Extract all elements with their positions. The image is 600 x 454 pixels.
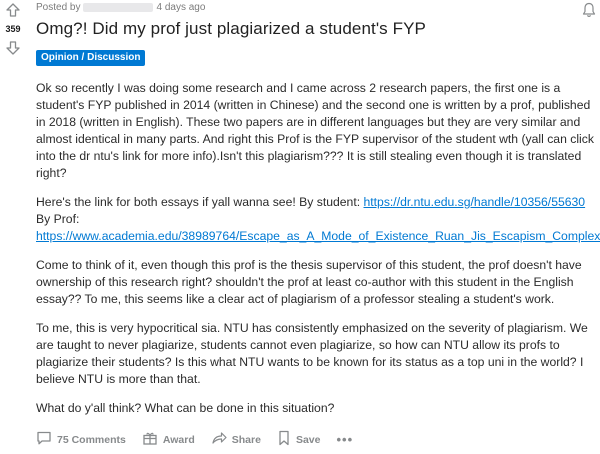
post-body: Ok so recently I was doing some research… [36, 80, 600, 429]
student-essay-link[interactable]: https://dr.ntu.edu.sg/handle/10356/55630 [364, 195, 586, 209]
save-button[interactable]: Save [277, 430, 321, 449]
paragraph-3: Come to think of it, even though this pr… [36, 258, 582, 306]
downvote-arrow-icon[interactable] [5, 40, 21, 61]
paragraph-4: To me, this is very hypocritical sia. NT… [36, 321, 588, 386]
share-button[interactable]: Share [211, 430, 261, 449]
post-flair[interactable]: Opinion / Discussion [36, 50, 146, 66]
posted-by-label: Posted by [36, 2, 81, 13]
save-label: Save [295, 433, 321, 446]
post-time: 4 days ago [156, 2, 206, 13]
award-button[interactable]: Award [142, 430, 195, 449]
links-intro: Here's the link for both essays if yall … [36, 195, 364, 209]
bookmark-icon [277, 430, 296, 449]
paragraph-5: What do y'all think? What can be done in… [36, 401, 335, 415]
notification-bell-icon[interactable] [582, 2, 596, 23]
comments-button[interactable]: 75 Comments [36, 430, 126, 449]
post-meta: Posted by 4 days ago [36, 2, 205, 13]
comment-icon [36, 430, 57, 449]
share-label: Share [231, 433, 261, 446]
prof-essay-link[interactable]: https://www.academia.edu/38989764/Escape… [36, 229, 600, 243]
by-prof-label: By Prof: [36, 212, 80, 226]
gift-icon [142, 430, 163, 449]
redacted-username [83, 2, 154, 12]
more-options-button[interactable]: ••• [336, 432, 353, 447]
share-arrow-icon [211, 430, 232, 449]
award-label: Award [162, 433, 195, 446]
post-title[interactable]: Omg?! Did my prof just plagiarized a stu… [36, 19, 426, 39]
vote-score: 359 [5, 24, 21, 34]
comments-label: 75 Comments [57, 433, 126, 446]
paragraph-links: Here's the link for both essays if yall … [36, 194, 600, 245]
paragraph-1: Ok so recently I was doing some research… [36, 81, 594, 180]
upvote-arrow-icon[interactable] [5, 2, 21, 23]
post-actions-bar: 75 Comments Award Share Save ••• [36, 430, 353, 449]
